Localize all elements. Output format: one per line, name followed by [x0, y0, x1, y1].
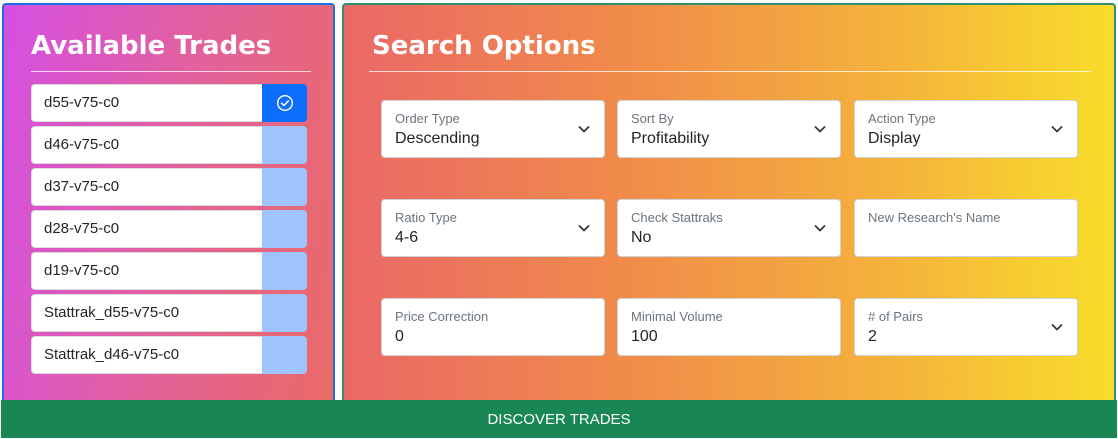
trade-label[interactable]: d19-v75-c0 — [31, 252, 262, 290]
trade-select-toggle[interactable] — [262, 252, 307, 290]
price-correction-input[interactable]: Price Correction 0 — [381, 298, 605, 356]
trade-item[interactable]: Stattrak_d46-v75-c0 — [31, 336, 307, 374]
order-type-label: Order Type — [395, 111, 460, 126]
available-trades-title: Available Trades — [31, 31, 272, 61]
price-correction-label: Price Correction — [395, 309, 489, 324]
trade-select-toggle[interactable] — [262, 294, 307, 332]
trade-select-toggle[interactable] — [262, 126, 307, 164]
minimal-volume-label: Minimal Volume — [631, 309, 723, 324]
trade-label[interactable]: Stattrak_d55-v75-c0 — [31, 294, 262, 332]
chevron-down-icon — [814, 126, 826, 133]
trade-label[interactable]: d46-v75-c0 — [31, 126, 262, 164]
trade-label[interactable]: d37-v75-c0 — [31, 168, 262, 206]
available-trades-panel: Available Trades d55-v75-c0 d46-v75-c0 d… — [2, 3, 335, 403]
order-type-select[interactable]: Order Type Descending — [381, 100, 605, 158]
trade-item[interactable]: d46-v75-c0 — [31, 126, 307, 164]
chevron-down-icon — [578, 126, 590, 133]
chevron-down-icon — [1051, 126, 1063, 133]
price-correction-value: 0 — [395, 328, 404, 345]
chevron-down-icon — [578, 225, 590, 232]
trade-label[interactable]: d55-v75-c0 — [31, 84, 262, 122]
sort-by-label: Sort By — [631, 111, 674, 126]
sort-by-select[interactable]: Sort By Profitability — [617, 100, 841, 158]
ratio-type-value: 4-6 — [395, 229, 419, 246]
research-name-input[interactable]: New Research's Name — [854, 199, 1078, 257]
action-type-value: Display — [868, 130, 921, 147]
check-stattraks-select[interactable]: Check Stattraks No — [617, 199, 841, 257]
search-options-title: Search Options — [372, 31, 596, 61]
trade-list: d55-v75-c0 d46-v75-c0 d37-v75-c0 d28-v75… — [31, 84, 307, 378]
sort-by-value: Profitability — [631, 130, 710, 147]
search-options-panel: Search Options Order Type Descending Sor… — [342, 3, 1116, 403]
trade-item[interactable]: d19-v75-c0 — [31, 252, 307, 290]
ratio-type-select[interactable]: Ratio Type 4-6 — [381, 199, 605, 257]
trade-label[interactable]: d28-v75-c0 — [31, 210, 262, 248]
action-type-select[interactable]: Action Type Display — [854, 100, 1078, 158]
pairs-label: # of Pairs — [868, 309, 923, 324]
action-type-label: Action Type — [868, 111, 936, 126]
trade-item[interactable]: Stattrak_d55-v75-c0 — [31, 294, 307, 332]
minimal-volume-value: 100 — [631, 328, 658, 345]
check-stattraks-label: Check Stattraks — [631, 210, 723, 225]
trade-item[interactable]: d37-v75-c0 — [31, 168, 307, 206]
order-type-value: Descending — [395, 130, 480, 147]
trade-label[interactable]: Stattrak_d46-v75-c0 — [31, 336, 262, 374]
trade-select-toggle[interactable] — [262, 336, 307, 374]
trade-select-toggle[interactable] — [262, 84, 307, 122]
check-circle-icon — [276, 94, 293, 112]
ratio-type-label: Ratio Type — [395, 210, 457, 225]
pairs-value: 2 — [868, 328, 877, 345]
pairs-select[interactable]: # of Pairs 2 — [854, 298, 1078, 356]
research-name-label: New Research's Name — [868, 210, 1001, 225]
chevron-down-icon — [814, 225, 826, 232]
trade-item[interactable]: d55-v75-c0 — [31, 84, 307, 122]
discover-trades-button[interactable]: Discover Trades — [1, 400, 1117, 438]
check-stattraks-value: No — [631, 229, 652, 246]
title-divider — [369, 71, 1091, 72]
chevron-down-icon — [1051, 324, 1063, 331]
trade-select-toggle[interactable] — [262, 168, 307, 206]
minimal-volume-input[interactable]: Minimal Volume 100 — [617, 298, 841, 356]
title-divider — [31, 71, 311, 72]
trade-item[interactable]: d28-v75-c0 — [31, 210, 307, 248]
trade-select-toggle[interactable] — [262, 210, 307, 248]
